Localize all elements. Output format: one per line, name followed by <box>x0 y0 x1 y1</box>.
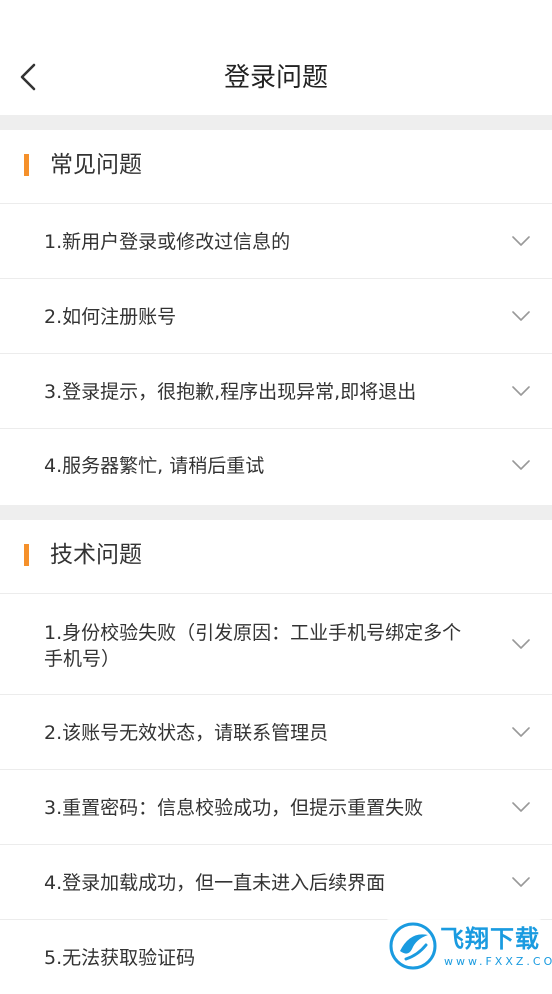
faq-item[interactable]: 3.重置密码：信息校验成功，但提示重置失败 <box>0 770 552 845</box>
faq-item-label: 4.登录加载成功，但一直未进入后续界面 <box>44 872 386 894</box>
faq-item-label: 2.该账号无效状态，请联系管理员 <box>44 722 329 744</box>
chevron-down-icon <box>512 236 530 246</box>
chevron-down-icon <box>512 460 530 470</box>
section-accent-bar <box>24 544 29 566</box>
faq-item-label: 4.服务器繁忙, 请稍后重试 <box>44 455 265 477</box>
section-common-questions: 常见问题 1.新用户登录或修改过信息的 2.如何注册账号 3.登录提示，很抱歉,… <box>0 130 552 503</box>
chevron-down-icon <box>512 311 530 321</box>
chevron-down-icon <box>512 639 530 649</box>
watermark-text: 飞翔下载 <box>440 925 540 953</box>
page-title: 登录问题 <box>223 63 328 93</box>
faq-item[interactable]: 4.服务器繁忙, 请稍后重试 <box>0 429 552 503</box>
faq-item-label: 2.如何注册账号 <box>44 306 177 328</box>
chevron-down-icon <box>512 877 530 887</box>
faq-item-label: 1.新用户登录或修改过信息的 <box>44 231 291 253</box>
faq-item[interactable]: 1.身份校验失败（引发原因：工业手机号绑定多个手机号） <box>0 594 552 695</box>
top-bar: 登录问题 <box>0 0 552 115</box>
faq-item-label: 1.身份校验失败（引发原因：工业手机号绑定多个手机号） <box>44 622 462 670</box>
chevron-down-icon <box>512 802 530 812</box>
section-header: 常见问题 <box>0 130 552 204</box>
chevron-down-icon <box>512 727 530 737</box>
watermark: 飞翔下载 www.FXXZ.COM <box>386 919 552 973</box>
section-accent-bar <box>24 154 29 176</box>
faq-item[interactable]: 2.该账号无效状态，请联系管理员 <box>0 695 552 770</box>
faq-item[interactable]: 1.新用户登录或修改过信息的 <box>0 204 552 279</box>
section-header: 技术问题 <box>0 520 552 594</box>
section-divider <box>0 505 552 520</box>
faq-item[interactable]: 3.登录提示，很抱歉,程序出现异常,即将退出 <box>0 354 552 429</box>
watermark-url: www.FXXZ.COM <box>444 955 552 968</box>
section-title: 常见问题 <box>50 152 142 178</box>
chevron-down-icon <box>512 386 530 396</box>
section-divider <box>0 115 552 130</box>
section-title: 技术问题 <box>50 542 142 568</box>
faq-item-label: 3.重置密码：信息校验成功，但提示重置失败 <box>44 797 424 819</box>
faq-item[interactable]: 2.如何注册账号 <box>0 279 552 354</box>
faq-item[interactable]: 4.登录加载成功，但一直未进入后续界面 <box>0 845 552 920</box>
faq-item-label: 3.登录提示，很抱歉,程序出现异常,即将退出 <box>44 381 417 403</box>
watermark-logo-icon <box>389 922 437 970</box>
